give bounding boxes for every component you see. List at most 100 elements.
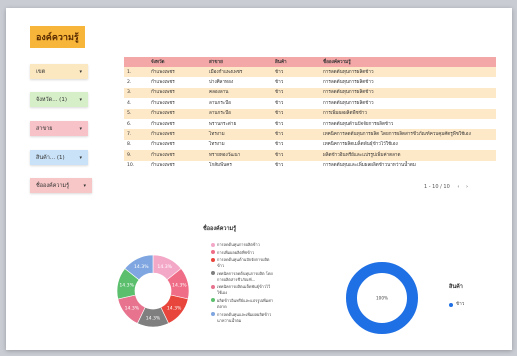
filter-knowledge[interactable]: ชื่อองค์ความรู้ ▾	[30, 178, 92, 193]
legend-item[interactable]: การลดต้นทุนการผลิตข้าว	[211, 242, 273, 248]
cell-branch: ไทรงาม	[206, 139, 272, 151]
filter-label: สินค้า... (1)	[36, 154, 65, 161]
cell-product: ข้าว	[272, 98, 320, 109]
legend-label: เทคนิคการลดต้นทุนการผลิต โดยการผลิตสารชี…	[217, 270, 273, 282]
cell-branch: ลานกระบือ	[206, 98, 272, 109]
cell-branch: คลองลาน	[206, 87, 272, 99]
slice-value-label: 14.3%	[167, 305, 182, 311]
cell-province: กำแพงเพชร	[148, 139, 206, 151]
table-row[interactable]: 2. กำแพงเพชร ปางศิลาทอง ข้าว การลดต้นทุน…	[124, 77, 496, 88]
pagination: 1 - 10 / 10 ‹ ›	[424, 184, 468, 190]
cell-province: กำแพงเพชร	[148, 118, 206, 130]
table-row[interactable]: 5. กำแพงเพชร ลานกระบือ ข้าว การเพิ่มผลผล…	[124, 108, 496, 119]
filter-branch[interactable]: สาขาย ▾	[30, 121, 88, 136]
slice-value-label: 14.3%	[134, 264, 149, 270]
table-row[interactable]: 1. กำแพงเพชร เมืองกำแพงเพชร ข้าว การลดต้…	[124, 67, 496, 78]
slice-value-label: 100%	[376, 295, 388, 300]
dashboard-page: องค์ความรู้ เขต ▾ จังหวัด... (1) ▾ สาขาย…	[6, 8, 512, 350]
chevron-down-icon: ▾	[79, 125, 82, 132]
table-row[interactable]: 9. กำแพงเพชร ทรายทองวัฒนา ข้าว ผลิตข้าวอ…	[124, 150, 496, 161]
slice-value-label: 14.3%	[125, 305, 140, 311]
filter-region[interactable]: เขต ▾	[30, 64, 88, 79]
legend-item[interactable]: เทคนิคการผลิตเมล็ดพันธุ์ข้าวไว้ใช้เอง	[211, 284, 273, 296]
cell-product: ข้าว	[272, 139, 320, 151]
header-branch[interactable]: สาขาย	[206, 57, 272, 67]
cell-knowledge: การลดต้นทุนการผลิตข้าว	[320, 67, 496, 78]
cell-index: 9.	[124, 150, 148, 161]
table-row[interactable]: 10. กำแพงเพชร โกสัมพีนคร ข้าว การลดต้นทุ…	[124, 160, 496, 171]
slice-value-label: 14.3%	[172, 283, 187, 289]
cell-knowledge: การลดต้นทุนด้านปัจจัยการผลิตข้าว	[320, 118, 496, 130]
cell-province: กำแพงเพชร	[148, 77, 206, 88]
chevron-down-icon: ▾	[79, 96, 82, 103]
cell-province: กำแพงเพชร	[148, 160, 206, 171]
header-knowledge[interactable]: ชื่อองค์ความรู้	[320, 57, 496, 67]
legend-item[interactable]: การเพิ่มผลผลิตพืชข้าว	[211, 250, 273, 256]
legend-label: ข้าว	[456, 302, 465, 307]
cell-province: กำแพงเพชร	[148, 129, 206, 140]
chevron-down-icon: ▾	[79, 154, 82, 161]
legend-item[interactable]: ผลิตข้าวอินทรีย์และแปรรูปเพิ่มค่าตลาด	[211, 298, 273, 310]
knowledge-legend: การลดต้นทุนการผลิตข้าวการเพิ่มผลผลิตพืชข…	[211, 242, 273, 325]
cell-knowledge: การลดต้นทุนการผลิตข้าว	[320, 77, 496, 88]
legend-color-dot	[449, 302, 453, 307]
cell-index: 8.	[124, 139, 148, 151]
filter-product[interactable]: สินค้า... (1) ▾	[30, 150, 88, 165]
cell-branch: ไทรงาม	[206, 129, 272, 140]
cell-product: ข้าว	[272, 108, 320, 119]
table-row[interactable]: 7. กำแพงเพชร ไทรงาม ข้าว เทคนิคการลดต้นท…	[124, 129, 496, 140]
knowledge-donut-chart: 14.3% 14.3% 14.3% 14.3% 14.3% 14.3% 14.3%	[116, 254, 190, 328]
next-page-icon[interactable]: ›	[466, 184, 468, 190]
legend-item[interactable]: เทคนิคการลดต้นทุนการผลิต โดยการผลิตสารชี…	[211, 271, 273, 283]
cell-product: ข้าว	[272, 67, 320, 78]
cell-index: 1.	[124, 67, 148, 78]
cell-province: กำแพงเพชร	[148, 150, 206, 161]
cell-index: 5.	[124, 108, 148, 119]
product-legend: ข้าว	[449, 301, 464, 308]
legend-color-dot	[211, 271, 215, 276]
cell-branch: ลานกระบือ	[206, 108, 272, 119]
cell-province: กำแพงเพชร	[148, 98, 206, 109]
table-header-row: จังหวัด สาขาย สินค้า ชื่อองค์ความรู้	[124, 57, 496, 67]
cell-knowledge: การลดต้นทุนและเพิ่มผลผลิตข้าวนาหว่านน้ำต…	[320, 160, 496, 171]
cell-knowledge: การลดต้นทุนการผลิตข้าว	[320, 98, 496, 109]
cell-index: 2.	[124, 77, 148, 88]
prev-page-icon[interactable]: ‹	[457, 184, 459, 190]
legend-color-dot	[211, 250, 215, 255]
header-province[interactable]: จังหวัด	[148, 57, 206, 67]
filter-label: เขต	[36, 68, 46, 75]
cell-knowledge: การเพิ่มผลผลิตพืชข้าว	[320, 108, 496, 119]
pie-chart-title: ชื่อองค์ความรู้	[203, 226, 237, 232]
cell-province: กำแพงเพชร	[148, 67, 206, 78]
legend-item[interactable]: การลดต้นทุนด้านปัจจัยการผลิตข้าว	[211, 257, 273, 269]
legend-color-dot	[211, 298, 215, 303]
cell-index: 7.	[124, 129, 148, 140]
legend-color-dot	[211, 284, 215, 289]
cell-product: ข้าว	[272, 87, 320, 99]
legend-label: เทคนิคการผลิตเมล็ดพันธุ์ข้าวไว้ใช้เอง	[217, 284, 271, 296]
slice-value-label: 14.3%	[157, 264, 172, 270]
cell-index: 4.	[124, 98, 148, 109]
cell-branch: ปางศิลาทอง	[206, 77, 272, 88]
legend-label: การเพิ่มผลผลิตพืชข้าว	[217, 249, 255, 255]
slice-value-label: 14.3%	[146, 316, 161, 322]
table-row[interactable]: 6. กำแพงเพชร พรานกระต่าย ข้าว การลดต้นทุ…	[124, 118, 496, 130]
cell-knowledge: เทคนิคการลดต้นทุนการผลิต โดยการผลิตสารชี…	[320, 129, 496, 140]
slice-value-label: 14.3%	[119, 283, 134, 289]
header-index[interactable]	[124, 57, 148, 67]
cell-product: ข้าว	[272, 77, 320, 88]
cell-branch: ทรายทองวัฒนา	[206, 150, 272, 161]
table-row[interactable]: 8. กำแพงเพชร ไทรงาม ข้าว เทคนิคการผลิตเม…	[124, 139, 496, 151]
pagination-text: 1 - 10 / 10	[424, 184, 450, 190]
table-row[interactable]: 4. กำแพงเพชร ลานกระบือ ข้าว การลดต้นทุนก…	[124, 98, 496, 109]
cell-branch: พรานกระต่าย	[206, 118, 272, 130]
legend-item[interactable]: การลดต้นทุนและเพิ่มผลผลิตข้าวนาหว่านน้ำต…	[211, 312, 273, 324]
cell-branch: เมืองกำแพงเพชร	[206, 67, 272, 78]
header-product[interactable]: สินค้า	[272, 57, 320, 67]
filter-province[interactable]: จังหวัด... (1) ▾	[30, 92, 88, 107]
filter-label: ชื่อองค์ความรู้	[36, 182, 70, 189]
table-row[interactable]: 3. กำแพงเพชร คลองลาน ข้าว การลดต้นทุนการ…	[124, 87, 496, 99]
product-donut-chart: 100%	[346, 262, 418, 334]
cell-knowledge: การลดต้นทุนการผลิตข้าว	[320, 87, 496, 99]
legend-label: การลดต้นทุนการผลิตข้าว	[217, 242, 260, 247]
